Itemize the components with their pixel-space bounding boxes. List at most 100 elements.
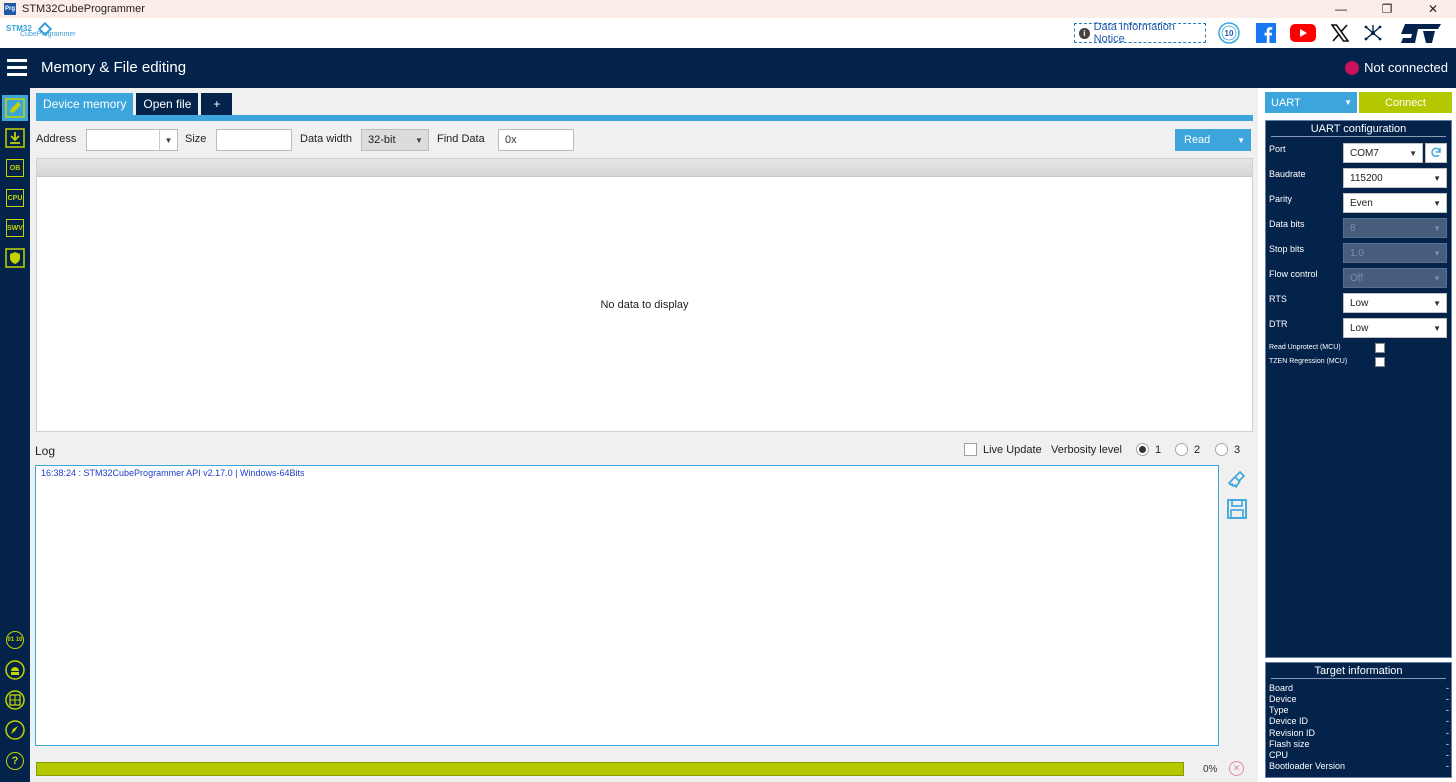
target-row: Revision ID -: [1269, 728, 1449, 738]
data-bits-label: Data bits: [1269, 219, 1305, 229]
parity-select[interactable]: Even ▼: [1343, 193, 1447, 213]
memory-grid[interactable]: No data to display: [36, 158, 1253, 432]
close-button[interactable]: ✕: [1410, 0, 1456, 18]
security-shield-icon[interactable]: [5, 248, 25, 268]
tzen-regression-label: TZEN Regression (MCU): [1269, 358, 1348, 365]
verbosity-radio-2[interactable]: 2: [1175, 443, 1200, 456]
verbosity-radio-3[interactable]: 3: [1215, 443, 1240, 456]
live-update-checkbox[interactable]: Live Update: [964, 443, 1042, 456]
progress-bar: [36, 762, 1184, 776]
target-row: Flash size -: [1269, 739, 1449, 749]
port-select[interactable]: COM7 ▼: [1343, 143, 1423, 163]
chevron-down-icon: ▼: [1344, 98, 1352, 107]
cancel-x-icon[interactable]: ✕: [1229, 761, 1244, 776]
main-panel: Device memory Open file + Address ▼ Size…: [30, 88, 1258, 782]
maximize-button[interactable]: ❐: [1364, 0, 1410, 18]
app-header: Memory & File editing Not connected: [0, 48, 1456, 88]
memory-editing-pencil-icon[interactable]: [2, 95, 28, 121]
chevron-down-icon: ▼: [1433, 298, 1441, 308]
option-bytes-icon[interactable]: OB: [5, 158, 25, 178]
empty-state-text: No data to display: [600, 299, 689, 311]
swv-icon[interactable]: SWV: [5, 218, 25, 238]
clear-log-broom-icon[interactable]: [1226, 470, 1248, 492]
checkbox[interactable]: [964, 443, 977, 456]
binary-icon[interactable]: 01 10: [5, 630, 25, 650]
chevron-down-icon: ▼: [1433, 223, 1441, 233]
facebook-icon[interactable]: [1255, 22, 1277, 44]
rts-select[interactable]: Low ▼: [1343, 293, 1447, 313]
target-info-title: Target information: [1271, 663, 1446, 679]
save-log-floppy-icon[interactable]: [1226, 498, 1248, 520]
cpu-icon[interactable]: CPU: [5, 188, 25, 208]
target-row: Type -: [1269, 705, 1449, 715]
connection-panel: UART ▼ Connect UART configuration Port C…: [1260, 88, 1456, 782]
port-label: Port: [1269, 144, 1286, 154]
target-information-panel: Target information Board - Device - Type - …: [1265, 662, 1452, 778]
chevron-down-icon: ▼: [415, 135, 423, 145]
chevron-down-icon: ▼: [1433, 323, 1441, 333]
size-input[interactable]: [216, 129, 292, 151]
verbosity-label: Verbosity level: [1051, 444, 1122, 456]
uart-configuration-panel: UART configuration Port COM7 ▼ Baudrate 1…: [1265, 120, 1452, 658]
chevron-down-icon: ▼: [1433, 173, 1441, 183]
window-controls: — ❐ ✕: [1318, 0, 1456, 18]
tab-underline: [36, 115, 1253, 121]
globe-icon[interactable]: [5, 690, 25, 710]
connection-status: Not connected: [1345, 60, 1448, 75]
hamburger-menu-icon[interactable]: [7, 59, 27, 76]
rocket-icon[interactable]: [5, 720, 25, 740]
connect-button[interactable]: Connect: [1359, 92, 1452, 113]
flow-control-select: Off ▼: [1343, 268, 1447, 288]
memory-grid-header: [37, 159, 1252, 177]
window-titlebar: Prg STM32CubeProgrammer — ❐ ✕: [0, 0, 1456, 18]
minimize-button[interactable]: —: [1318, 0, 1364, 18]
data-width-select[interactable]: 32-bit ▼: [361, 129, 429, 151]
baudrate-select[interactable]: 115200 ▼: [1343, 168, 1447, 188]
uart-config-title: UART configuration: [1271, 121, 1446, 137]
st-logo[interactable]: [1396, 22, 1444, 44]
refresh-icon[interactable]: [1425, 143, 1447, 163]
memory-tabs: Device memory Open file +: [36, 93, 235, 115]
chevron-down-icon: ▼: [1433, 198, 1441, 208]
log-actions: [1226, 470, 1248, 520]
x-twitter-icon[interactable]: [1329, 22, 1351, 44]
log-line: 16:38:24 : STM32CubeProgrammer API v2.17…: [41, 468, 305, 478]
read-button[interactable]: Read ▼: [1175, 129, 1251, 151]
tab-open-file[interactable]: Open file: [136, 93, 199, 115]
tab-add[interactable]: +: [201, 93, 233, 115]
brand-bar: STM32 CubeProgrammer i Data Information …: [0, 18, 1456, 48]
find-data-input[interactable]: 0x: [498, 129, 574, 151]
status-dot-icon: [1345, 60, 1360, 75]
tzen-regression-checkbox[interactable]: [1375, 357, 1385, 367]
left-sidebar: OB CPU SWV 01 10 ?: [0, 88, 30, 782]
chevron-down-icon: ▼: [1409, 148, 1417, 158]
help-icon[interactable]: ?: [5, 751, 25, 771]
android-icon[interactable]: [5, 660, 25, 680]
read-unprotect-label: Read Unprotect (MCU): [1269, 344, 1341, 351]
read-unprotect-checkbox[interactable]: [1375, 343, 1385, 353]
interface-select[interactable]: UART ▼: [1265, 92, 1357, 113]
target-row: Bootloader Version -: [1269, 761, 1449, 771]
flow-control-label: Flow control: [1269, 269, 1318, 279]
dtr-select[interactable]: Low ▼: [1343, 318, 1447, 338]
download-icon[interactable]: [5, 128, 25, 148]
tab-device-memory[interactable]: Device memory: [36, 93, 134, 115]
log-output[interactable]: 16:38:24 : STM32CubeProgrammer API v2.17…: [35, 465, 1219, 746]
network-hub-icon[interactable]: [1362, 22, 1384, 44]
anniversary-badge-icon[interactable]: 10: [1217, 22, 1241, 44]
data-bits-select: 8 ▼: [1343, 218, 1447, 238]
chevron-down-icon: ▼: [1237, 135, 1245, 145]
app-logo: STM32 CubeProgrammer: [6, 21, 76, 44]
svg-text:10: 10: [1225, 29, 1234, 38]
target-row: Device ID -: [1269, 716, 1449, 726]
window-title: STM32CubeProgrammer: [22, 3, 145, 15]
parity-label: Parity: [1269, 194, 1293, 204]
target-row: CPU -: [1269, 750, 1449, 760]
data-information-notice-link[interactable]: i Data Information Notice: [1074, 21, 1206, 45]
stop-bits-select: 1.0 ▼: [1343, 243, 1447, 263]
baudrate-label: Baudrate: [1269, 169, 1306, 179]
verbosity-radio-1[interactable]: 1: [1136, 443, 1161, 456]
youtube-icon[interactable]: [1289, 22, 1317, 44]
address-combo[interactable]: ▼: [86, 129, 178, 151]
target-row: Device -: [1269, 694, 1449, 704]
